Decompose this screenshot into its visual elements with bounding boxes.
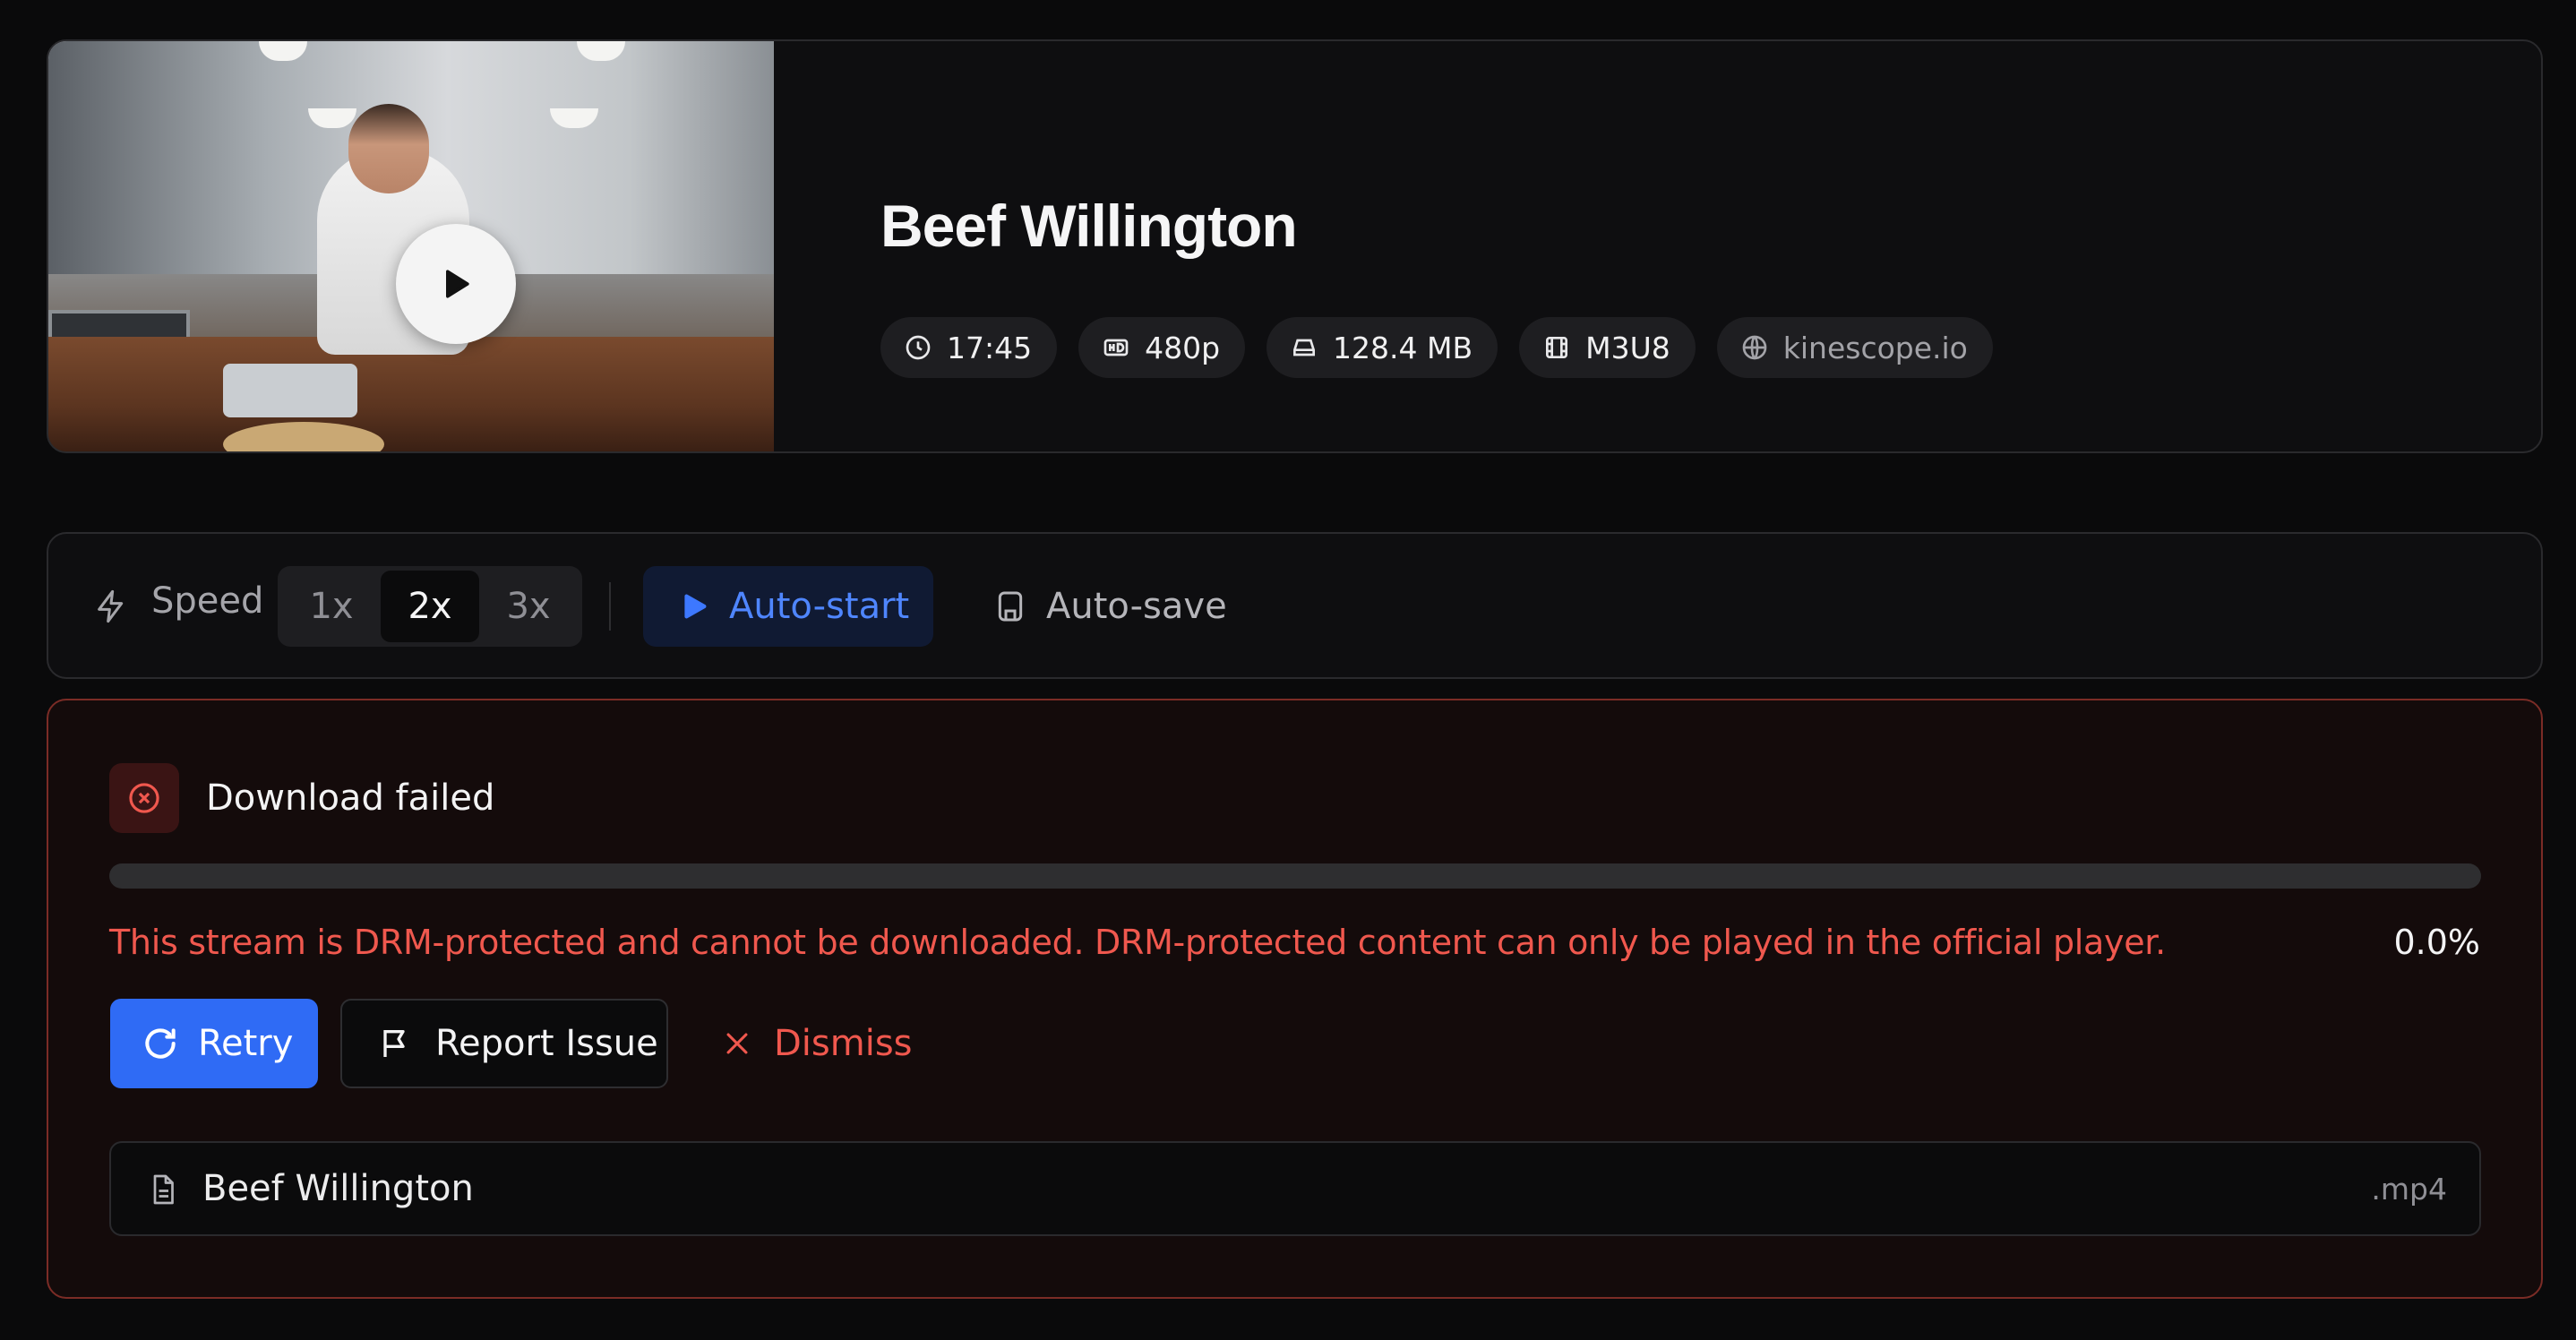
play-button[interactable]	[396, 224, 516, 344]
duration-chip: 17:45	[880, 317, 1058, 378]
download-error-panel: Download failed This stream is DRM-prote…	[47, 699, 2543, 1299]
drive-icon	[1293, 339, 1316, 356]
format-text: M3U8	[1585, 330, 1670, 365]
error-icon-box	[109, 763, 179, 833]
speed-label: Speed	[151, 580, 264, 622]
error-title: Download failed	[206, 777, 495, 819]
lightning-icon	[98, 589, 124, 623]
metadata-chips: 17:45 480p 128.4 MB M3U8 kinescope.io	[880, 317, 1993, 378]
play-icon	[684, 594, 707, 619]
globe-icon	[1742, 335, 1767, 360]
close-icon	[726, 1033, 748, 1054]
source-chip: kinescope.io	[1716, 317, 1993, 378]
autostart-toggle[interactable]: Auto-start	[643, 566, 933, 647]
speed-selector: 1x 2x 3x	[278, 566, 582, 647]
thumbnail-head	[348, 104, 429, 193]
quality-text: 480p	[1145, 330, 1221, 365]
clock-icon	[906, 335, 931, 360]
flag-icon	[383, 1030, 405, 1057]
format-chip: M3U8	[1519, 317, 1696, 378]
autosave-toggle[interactable]: Auto-save	[992, 566, 1227, 647]
video-title: Beef Willington	[880, 193, 1298, 259]
error-message: This stream is DRM-protected and cannot …	[109, 923, 2166, 962]
size-text: 128.4 MB	[1333, 330, 1473, 365]
divider	[609, 582, 611, 631]
speed-option-1x[interactable]: 1x	[282, 571, 381, 642]
quality-chip: 480p	[1078, 317, 1246, 378]
file-name: Beef Willington	[202, 1168, 474, 1209]
size-chip: 128.4 MB	[1267, 317, 1498, 378]
dismiss-label: Dismiss	[774, 1023, 913, 1064]
duration-text: 17:45	[947, 330, 1033, 365]
video-thumbnail[interactable]	[48, 41, 774, 451]
hd-icon	[1103, 339, 1129, 356]
file-name-row: Beef Willington .mp4	[109, 1141, 2481, 1236]
file-extension: .mp4	[2371, 1172, 2447, 1207]
speed-option-3x[interactable]: 3x	[479, 571, 578, 642]
report-issue-button[interactable]: Report Issue	[340, 999, 668, 1088]
save-icon	[998, 591, 1023, 622]
progress-percent: 0.0%	[2393, 923, 2480, 962]
autosave-label: Auto-save	[1046, 586, 1227, 627]
media-card: Beef Willington 17:45 480p 128.4 MB M3U8	[47, 39, 2543, 453]
source-text: kinescope.io	[1782, 330, 1968, 365]
retry-label: Retry	[198, 1023, 294, 1064]
play-icon	[446, 270, 469, 298]
thumbnail-stove	[223, 364, 357, 417]
download-progress-bar	[109, 863, 2481, 889]
autostart-label: Auto-start	[729, 586, 910, 627]
retry-button[interactable]: Retry	[110, 999, 318, 1088]
report-label: Report Issue	[435, 1023, 658, 1064]
error-circle-icon	[129, 783, 159, 813]
settings-bar: Speed 1x 2x 3x Auto-start Auto-save	[47, 532, 2543, 679]
speed-option-2x[interactable]: 2x	[381, 571, 479, 642]
dismiss-button[interactable]: Dismiss	[722, 999, 913, 1088]
refresh-icon	[145, 1028, 176, 1059]
file-icon	[153, 1174, 174, 1205]
film-icon	[1546, 337, 1568, 358]
